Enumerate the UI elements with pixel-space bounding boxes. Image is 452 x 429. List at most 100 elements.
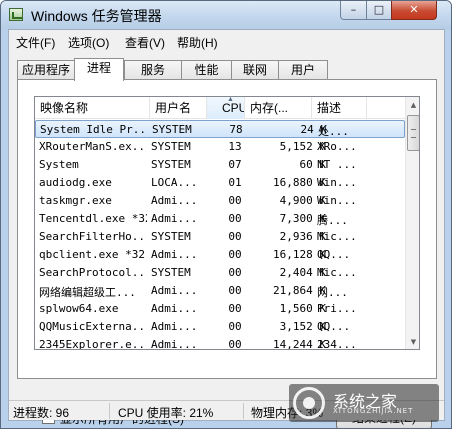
process-user-name: Admi... bbox=[151, 320, 198, 333]
process-cpu: 00 bbox=[228, 230, 242, 243]
process-cpu: 00 bbox=[228, 320, 242, 333]
process-description: XRo... bbox=[317, 140, 357, 153]
process-image-name: Tencentdl.exe *32 bbox=[39, 212, 147, 225]
tab-performance[interactable]: 性能 bbox=[181, 60, 232, 80]
vertical-scrollbar[interactable]: ▲ ▼ bbox=[405, 97, 419, 349]
process-cpu: 00 bbox=[228, 284, 242, 297]
process-image-name: SearchProtocol... bbox=[39, 266, 147, 279]
process-row[interactable]: 网络编辑超级工... Admi... 00 21,864 K 网... bbox=[35, 282, 405, 300]
status-divider bbox=[109, 403, 110, 419]
process-description: QQ... bbox=[317, 320, 351, 333]
column-memory[interactable]: 内存(... bbox=[245, 97, 312, 119]
window-title: Windows 任务管理器 bbox=[31, 8, 162, 24]
process-description: QQ... bbox=[317, 248, 351, 261]
minimize-button[interactable]: – bbox=[340, 1, 367, 20]
process-image-name: 2345Explorer.e... bbox=[39, 338, 147, 350]
process-row[interactable]: XRouterManS.ex... SYSTEM 13 5,152 K XRo... bbox=[35, 138, 405, 156]
client-area: 文件(F) 选项(O) 查看(V) 帮助(H) 应用程序 进程 服务 性能 联网… bbox=[8, 29, 445, 428]
process-image-name: qbclient.exe *32 bbox=[39, 248, 145, 261]
process-row[interactable]: QQMusicExterna... Admi... 00 3,152 K QQ... bbox=[35, 318, 405, 336]
status-process-count: 进程数: 96 bbox=[13, 406, 70, 420]
tab-networking[interactable]: 联网 bbox=[231, 60, 279, 80]
process-cpu: 13 bbox=[228, 140, 242, 153]
process-description: Pri... bbox=[317, 302, 357, 315]
list-header: 映像名称 用户名 ▲ CPU 内存(... 描述 bbox=[35, 97, 405, 119]
task-manager-window: Windows 任务管理器 – □ ✕ 文件(F) 选项(O) 查看(V) 帮助… bbox=[0, 0, 452, 429]
process-row[interactable]: System SYSTEM 07 60 K NT ... bbox=[35, 156, 405, 174]
process-cpu: 01 bbox=[228, 176, 242, 189]
process-row[interactable]: audiodg.exe LOCA... 01 16,880 K Win... bbox=[35, 174, 405, 192]
process-user-name: Admi... bbox=[151, 284, 198, 297]
process-image-name: splwow64.exe bbox=[39, 302, 119, 315]
process-cpu: 00 bbox=[228, 212, 242, 225]
process-row[interactable]: 2345Explorer.e... Admi... 00 14,244 K 234... bbox=[35, 336, 405, 350]
status-divider bbox=[243, 403, 244, 419]
process-description: Mic... bbox=[317, 230, 357, 243]
process-row[interactable]: taskmgr.exe Admi... 00 4,900 K Win... bbox=[35, 192, 405, 210]
menu-options[interactable]: 选项(O) bbox=[68, 34, 109, 51]
process-row[interactable]: System Idle Pr... SYSTEM 78 24 K 处... bbox=[35, 120, 405, 138]
process-description: 处... bbox=[318, 125, 349, 138]
process-image-name: System bbox=[39, 158, 79, 171]
process-user-name: SYSTEM bbox=[152, 123, 192, 136]
scroll-down-icon[interactable]: ▼ bbox=[406, 334, 419, 349]
process-cpu: 00 bbox=[228, 194, 242, 207]
tab-users[interactable]: 用户 bbox=[278, 60, 328, 80]
process-cpu: 00 bbox=[228, 338, 242, 350]
column-image-name[interactable]: 映像名称 bbox=[35, 97, 150, 119]
process-image-name: audiodg.exe bbox=[39, 176, 112, 189]
column-description[interactable]: 描述 bbox=[312, 97, 367, 119]
menu-file[interactable]: 文件(F) bbox=[16, 34, 55, 51]
menu-view[interactable]: 查看(V) bbox=[125, 34, 165, 51]
process-user-name: Admi... bbox=[151, 248, 198, 261]
process-description: 腾... bbox=[317, 214, 348, 227]
process-user-name: Admi... bbox=[151, 302, 198, 315]
process-description: 网... bbox=[317, 286, 348, 299]
tab-strip: 应用程序 进程 服务 性能 联网 用户 bbox=[17, 58, 437, 81]
watermark-subtext: XITONGZHIJIA.NET bbox=[333, 407, 414, 415]
process-row[interactable]: SearchFilterHo... SYSTEM 00 2,936 K Mic... bbox=[35, 228, 405, 246]
tab-services[interactable]: 服务 bbox=[124, 60, 182, 80]
process-image-name: QQMusicExterna... bbox=[39, 320, 147, 333]
process-user-name: LOCA... bbox=[151, 176, 198, 189]
tab-processes[interactable]: 进程 bbox=[74, 58, 124, 81]
menu-help[interactable]: 帮助(H) bbox=[177, 34, 218, 51]
menu-bar: 文件(F) 选项(O) 查看(V) 帮助(H) bbox=[9, 32, 444, 52]
process-user-name: Admi... bbox=[151, 194, 198, 207]
process-image-name: System Idle Pr... bbox=[40, 123, 148, 136]
process-user-name: Admi... bbox=[151, 212, 198, 225]
tab-applications[interactable]: 应用程序 bbox=[17, 60, 75, 80]
process-row[interactable]: qbclient.exe *32 Admi... 00 16,128 K QQ... bbox=[35, 246, 405, 264]
scroll-thumb[interactable] bbox=[407, 115, 419, 151]
process-cpu: 07 bbox=[228, 158, 242, 171]
processes-panel: 映像名称 用户名 ▲ CPU 内存(... 描述 System Idle Pr.… bbox=[17, 79, 437, 428]
column-user-name[interactable]: 用户名 bbox=[150, 97, 207, 119]
process-cpu: 00 bbox=[228, 248, 242, 261]
process-description: Win... bbox=[317, 176, 357, 189]
task-manager-icon bbox=[9, 8, 23, 21]
scroll-up-icon[interactable]: ▲ bbox=[406, 97, 419, 113]
sort-ascending-icon: ▲ bbox=[227, 97, 234, 103]
process-description: 234... bbox=[317, 338, 357, 350]
process-cpu: 00 bbox=[228, 266, 242, 279]
maximize-button[interactable]: □ bbox=[366, 1, 392, 20]
column-cpu[interactable]: ▲ CPU bbox=[207, 97, 245, 119]
process-user-name: SYSTEM bbox=[151, 230, 191, 243]
process-list[interactable]: 映像名称 用户名 ▲ CPU 内存(... 描述 System Idle Pr.… bbox=[34, 96, 420, 350]
process-cpu: 00 bbox=[228, 302, 242, 315]
process-image-name: 网络编辑超级工... bbox=[39, 286, 136, 299]
process-row[interactable]: Tencentdl.exe *32 Admi... 00 7,300 K 腾... bbox=[35, 210, 405, 228]
title-bar[interactable]: Windows 任务管理器 – □ ✕ bbox=[1, 1, 451, 29]
process-user-name: SYSTEM bbox=[151, 140, 191, 153]
status-cpu-usage: CPU 使用率: 21% bbox=[118, 406, 214, 420]
watermark-logo-icon bbox=[293, 387, 325, 419]
process-row[interactable]: SearchProtocol... SYSTEM 00 2,404 K Mic... bbox=[35, 264, 405, 282]
process-row[interactable]: splwow64.exe Admi... 00 1,560 K Pri... bbox=[35, 300, 405, 318]
process-cpu: 78 bbox=[229, 123, 243, 136]
process-image-name: XRouterManS.ex... bbox=[39, 140, 147, 153]
watermark: 系统之家 XITONGZHIJIA.NET bbox=[289, 384, 439, 422]
process-user-name: SYSTEM bbox=[151, 266, 191, 279]
process-user-name: Admi... bbox=[151, 338, 198, 350]
process-description: Win... bbox=[317, 194, 357, 207]
close-button[interactable]: ✕ bbox=[391, 1, 437, 20]
